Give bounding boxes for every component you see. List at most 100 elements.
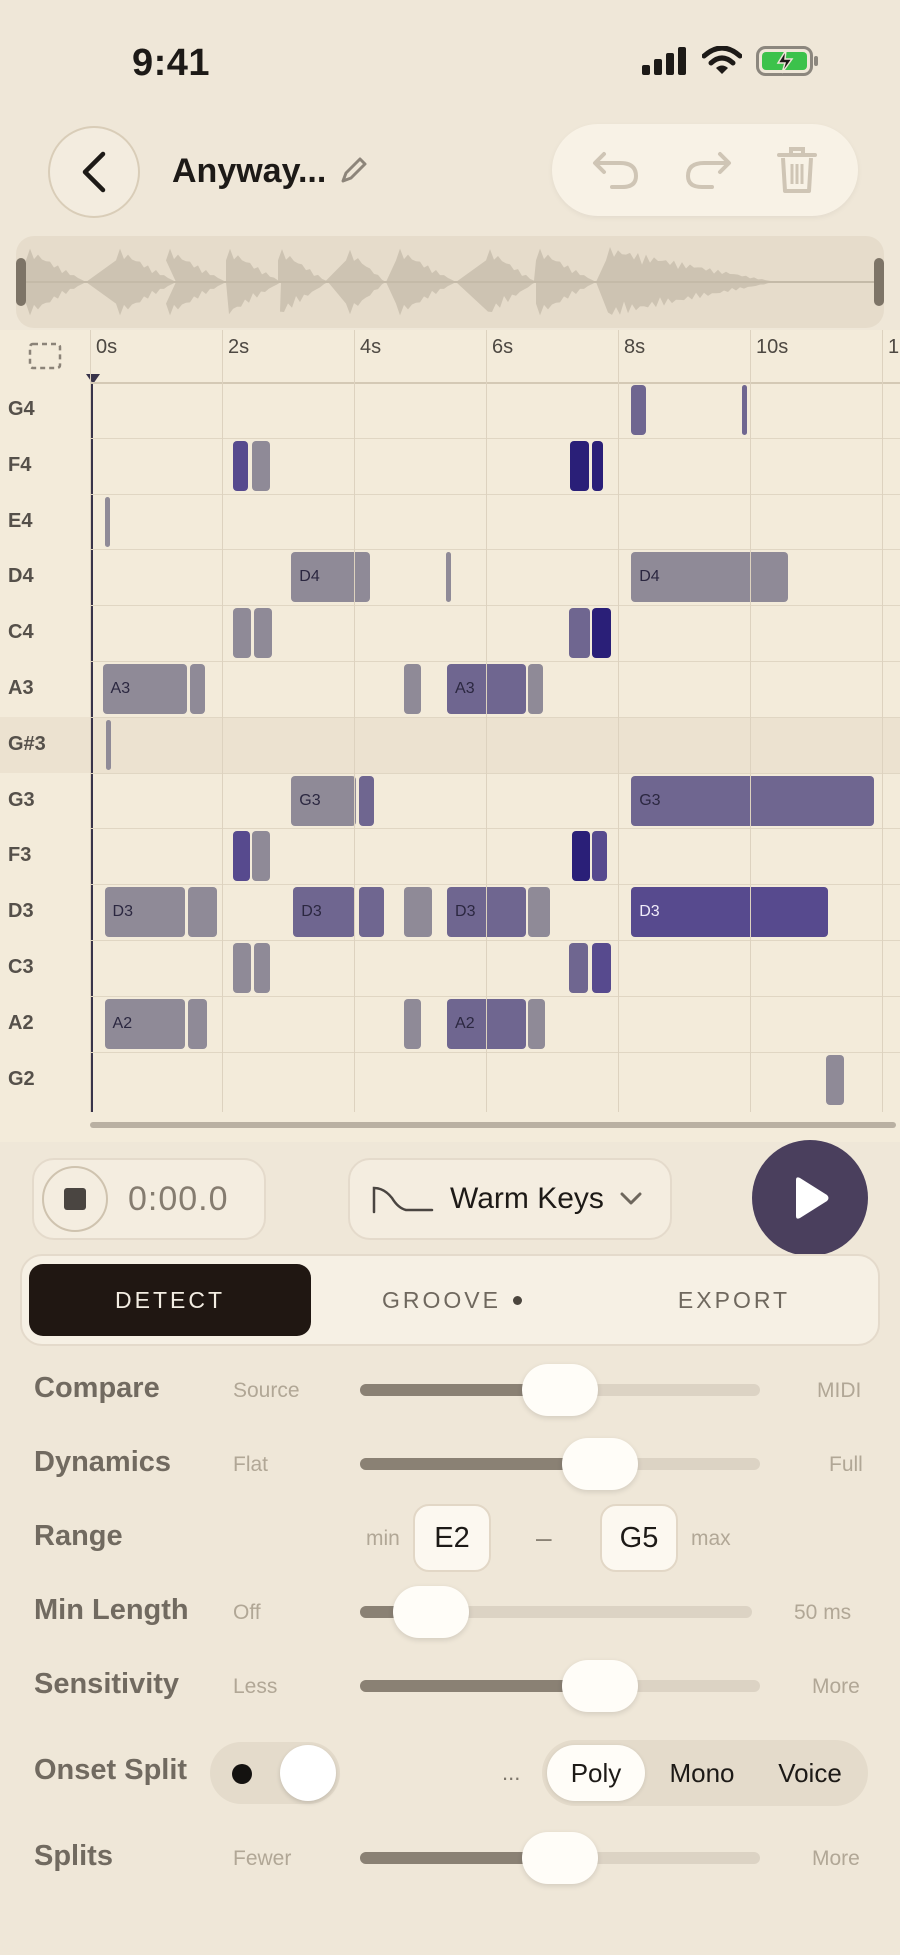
play-button[interactable] [752,1140,868,1256]
compare-slider[interactable] [360,1364,760,1416]
midi-note[interactable]: D4 [291,552,371,603]
tab-detect[interactable]: DETECT [29,1264,311,1336]
midi-note[interactable] [591,440,603,491]
key-label[interactable]: D4 [8,565,34,588]
tab-label: DETECT [115,1286,225,1313]
midi-note[interactable] [528,664,543,714]
midi-note[interactable] [403,664,421,714]
midi-note[interactable] [403,998,421,1049]
roll-horizontal-scrollbar[interactable] [90,1122,896,1128]
midi-note[interactable] [251,831,270,882]
midi-note[interactable] [358,887,384,938]
trash-icon[interactable] [776,146,818,194]
stop-button[interactable] [42,1166,108,1232]
midi-note[interactable] [232,440,249,491]
midi-note[interactable] [569,943,589,993]
midi-note[interactable] [358,775,374,826]
rename-button[interactable] [338,156,368,191]
row-divider [90,661,900,662]
sensitivity-label: Sensitivity [34,1668,180,1700]
key-label[interactable]: F3 [8,844,31,867]
toggle-knob [280,1745,336,1801]
midi-note[interactable] [825,1054,845,1105]
segment-mono[interactable]: Mono [652,1745,752,1801]
midi-note[interactable] [571,831,591,882]
note-grid[interactable]: D4 D4 A3 A3 G3 G3 D3 D3 D3 D3 A2 A2 [90,382,900,1112]
midi-note[interactable] [187,887,218,938]
slider-thumb[interactable] [562,1438,638,1490]
midi-note[interactable] [569,608,590,659]
min-length-slider[interactable] [360,1586,752,1638]
splits-slider[interactable] [360,1832,760,1884]
time-ruler[interactable]: 0s 2s 4s 6s 8s 10s 1 [0,330,900,382]
beat-gridline [486,330,487,1112]
key-label[interactable]: G3 [8,789,35,812]
segment-poly[interactable]: Poly [547,1745,645,1801]
range-max-note[interactable]: G5 [600,1504,678,1572]
project-title[interactable]: Anyway... [172,152,326,191]
waveform-right-handle[interactable] [874,258,884,306]
midi-note[interactable]: G3 [631,775,875,826]
midi-note[interactable] [232,608,252,659]
midi-note[interactable] [591,943,612,993]
dynamics-min-label: Flat [233,1453,269,1476]
tab-export[interactable]: EXPORT [593,1264,875,1336]
tab-groove[interactable]: GROOVE [311,1264,593,1336]
midi-note[interactable]: A2 [104,998,186,1049]
key-label[interactable]: A2 [8,1012,34,1035]
key-label[interactable]: D3 [8,900,34,923]
sensitivity-slider[interactable] [360,1660,760,1712]
range-label: Range [34,1520,123,1552]
range-min-note[interactable]: E2 [413,1504,491,1572]
redo-icon[interactable] [684,150,732,190]
key-label[interactable]: G#3 [8,733,46,756]
slider-thumb[interactable] [522,1832,598,1884]
onset-split-toggle[interactable] [210,1742,340,1804]
key-label[interactable]: E4 [8,510,32,533]
slider-thumb[interactable] [562,1660,638,1712]
midi-note[interactable] [104,496,110,547]
key-label[interactable]: C4 [8,621,34,644]
midi-note[interactable] [232,831,250,882]
midi-note[interactable] [528,887,550,938]
midi-note[interactable] [403,887,432,938]
midi-note[interactable]: G3 [291,775,356,826]
midi-note[interactable] [190,664,205,714]
midi-note[interactable]: D3 [293,887,356,938]
waveform-overview[interactable] [16,236,884,328]
midi-note[interactable] [528,998,546,1049]
midi-note[interactable] [187,998,208,1049]
piano-roll[interactable]: 0s 2s 4s 6s 8s 10s 1 G4 F4 E4 D4 C4 A3 G#3 G3 F3 D3 C3 A2… [0,330,900,1142]
midi-note[interactable] [591,608,612,659]
dynamics-slider[interactable] [360,1438,760,1490]
midi-note[interactable] [570,440,589,491]
undo-icon[interactable] [592,150,640,190]
key-label[interactable]: A3 [8,677,34,700]
midi-note[interactable]: D3 [104,887,186,938]
midi-note[interactable] [591,831,608,882]
midi-note[interactable] [253,943,271,993]
midi-note[interactable]: D4 [631,552,789,603]
midi-note[interactable] [742,385,748,435]
midi-note[interactable]: D3 [631,887,828,938]
key-label[interactable]: C3 [8,956,34,979]
midi-note[interactable] [251,440,270,491]
segment-voice[interactable]: Voice [757,1745,863,1801]
midi-note[interactable] [232,943,252,993]
key-label[interactable]: G4 [8,398,35,421]
chevron-down-icon [620,1192,642,1205]
toggle-on-dot-icon [232,1764,252,1784]
play-icon [796,1177,829,1219]
key-label[interactable]: F4 [8,454,31,477]
midi-note[interactable] [445,552,451,603]
back-button[interactable] [48,126,140,218]
midi-note[interactable] [253,608,273,659]
slider-thumb[interactable] [522,1364,598,1416]
waveform-left-handle[interactable] [16,258,26,306]
midi-note[interactable]: A3 [102,664,187,714]
slider-thumb[interactable] [392,1586,469,1638]
key-label[interactable]: G2 [8,1068,35,1091]
instrument-preset-select[interactable]: Warm Keys [348,1158,672,1240]
midi-note[interactable] [105,719,111,770]
midi-note[interactable] [631,385,646,435]
